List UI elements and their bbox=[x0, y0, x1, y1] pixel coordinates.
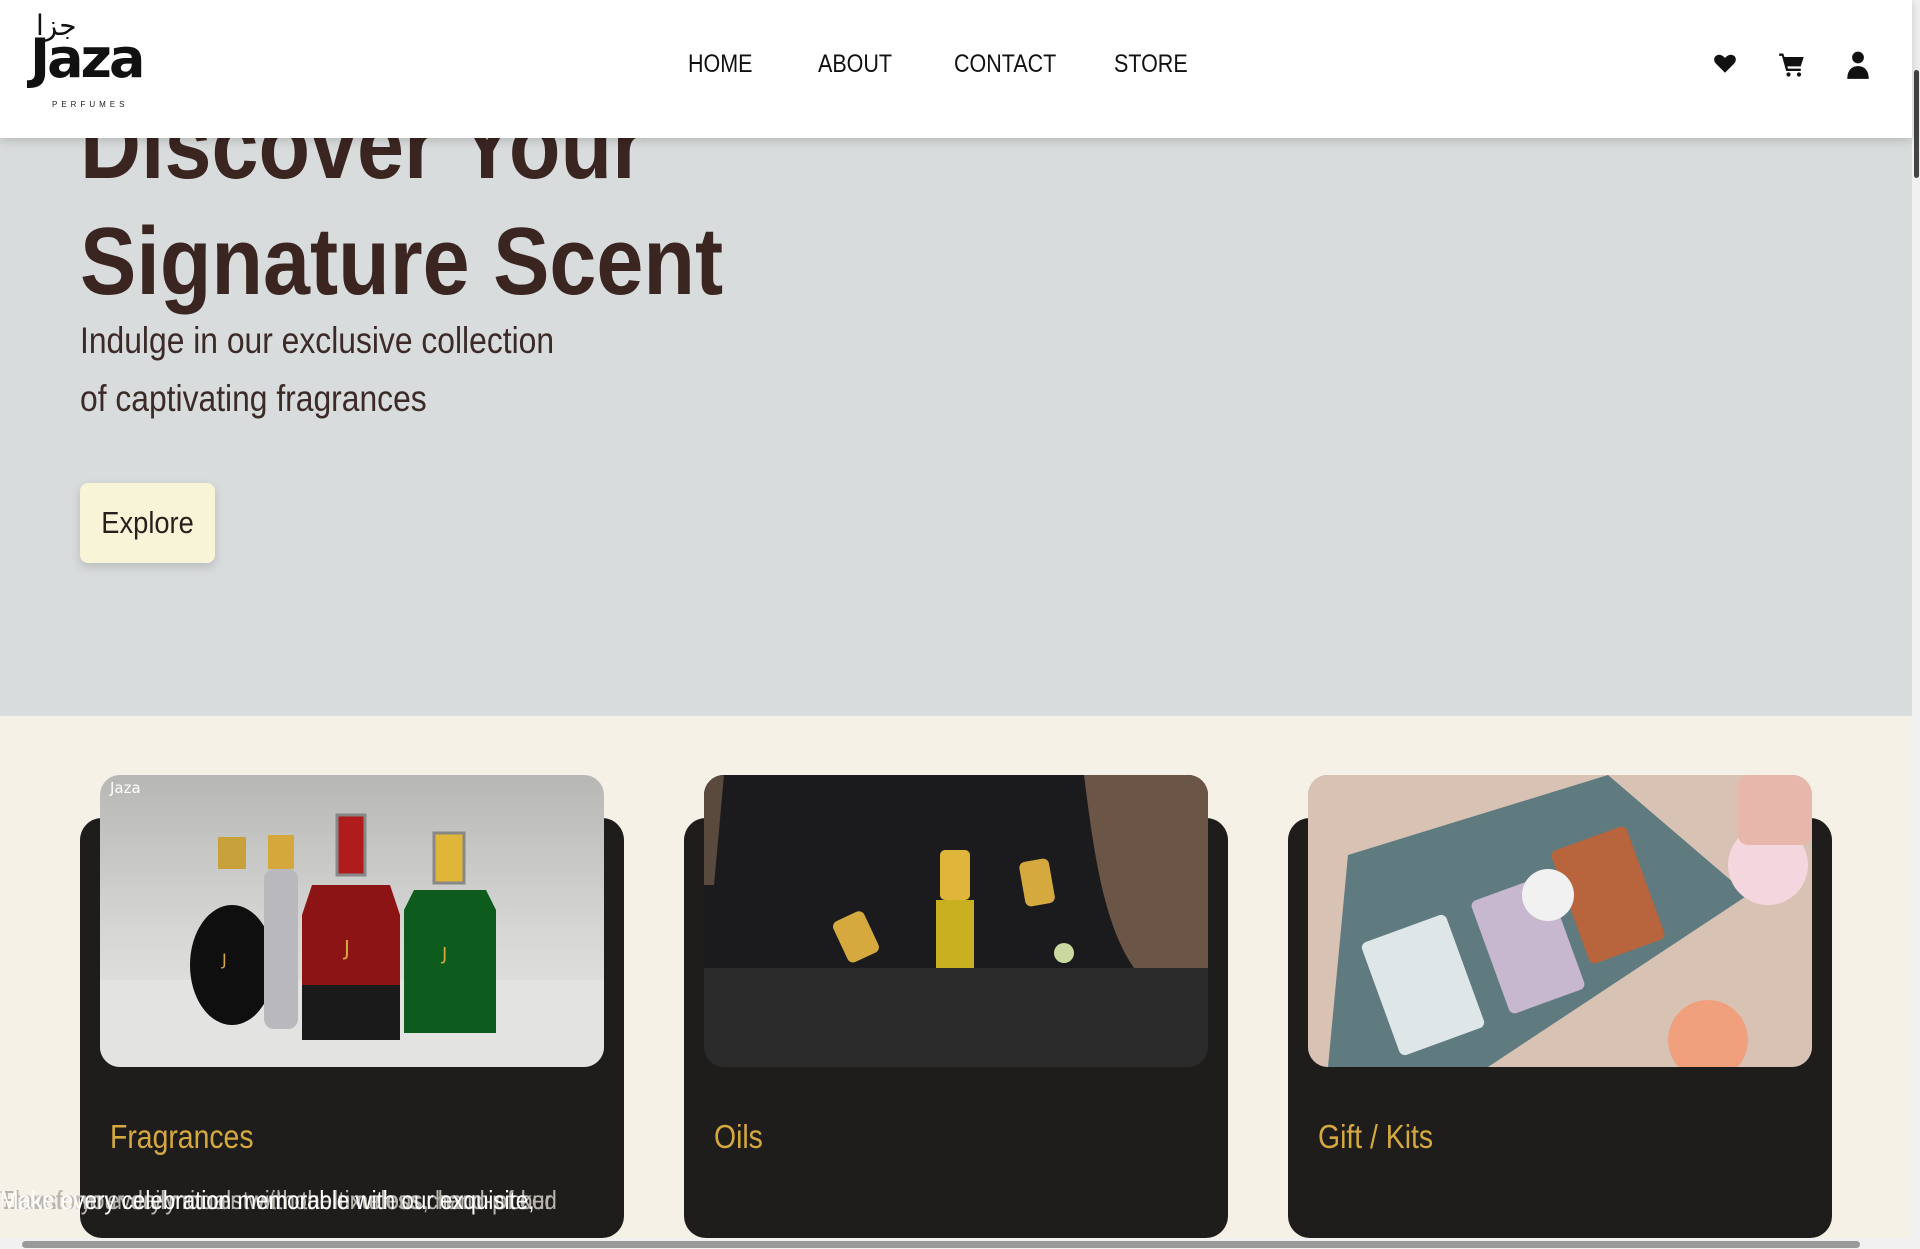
nav-contact[interactable]: CONTACT bbox=[954, 50, 1056, 79]
svg-text:J: J bbox=[342, 936, 350, 960]
fragrances-title[interactable]: Fragrances bbox=[110, 1118, 254, 1156]
svg-text:J: J bbox=[221, 950, 227, 969]
vertical-scrollbar-thumb[interactable] bbox=[1914, 70, 1919, 178]
hero-subtitle: Indulge in our exclusive collection of c… bbox=[80, 320, 555, 419]
main-nav: HOME ABOUT CONTACT STORE bbox=[0, 50, 1912, 90]
nav-store[interactable]: STORE bbox=[1114, 50, 1188, 79]
gift-kits-description: Make every celebration memorable with ou… bbox=[0, 1185, 535, 1215]
hero-title-line2: Signature Scent bbox=[80, 208, 724, 315]
gift-kits-title[interactable]: Gift / Kits bbox=[1318, 1118, 1433, 1156]
nav-about[interactable]: ABOUT bbox=[818, 50, 892, 79]
cart-icon[interactable] bbox=[1778, 50, 1808, 80]
svg-text:J: J bbox=[441, 944, 447, 965]
site-header: جزا Jaza PERFUMES HOME ABOUT CONTACT STO… bbox=[0, 0, 1912, 138]
explore-button[interactable]: Explore bbox=[80, 483, 215, 563]
user-icon[interactable] bbox=[1845, 50, 1875, 80]
nav-home[interactable]: HOME bbox=[688, 50, 753, 79]
gift-kits-image bbox=[1308, 775, 1812, 1067]
fragrances-image: Jaza J J J bbox=[100, 775, 604, 1067]
oils-title[interactable]: Oils bbox=[714, 1118, 763, 1156]
heart-icon[interactable] bbox=[1712, 50, 1742, 80]
oils-image bbox=[704, 775, 1208, 1067]
logo-subtitle: PERFUMES bbox=[52, 100, 129, 109]
explore-button-label: Explore bbox=[101, 505, 194, 540]
horizontal-scrollbar-thumb[interactable] bbox=[22, 1241, 1860, 1248]
vertical-scrollbar[interactable] bbox=[1912, 0, 1920, 1249]
fragrances-image-watermark: Jaza bbox=[109, 779, 141, 797]
